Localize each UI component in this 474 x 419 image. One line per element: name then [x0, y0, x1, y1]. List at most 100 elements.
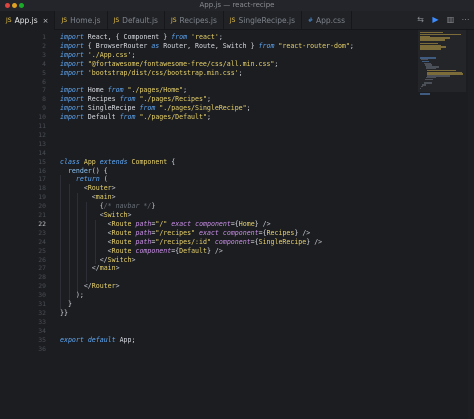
- code-token: Route: [111, 228, 132, 237]
- more-actions-icon[interactable]: ⋯: [461, 15, 470, 24]
- line-number: 13: [38, 139, 46, 148]
- code-token: />: [262, 219, 271, 228]
- code-line[interactable]: </Router>: [60, 282, 120, 291]
- line-number: 16: [38, 166, 46, 175]
- code-line[interactable]: import Home from "./pages/Home";: [60, 86, 187, 95]
- code-line[interactable]: return (: [60, 175, 108, 184]
- code-token: />: [214, 246, 223, 255]
- code-token: React, { Component }: [83, 33, 172, 41]
- code-line[interactable]: <Router>: [60, 184, 116, 193]
- line-number: 11: [38, 122, 46, 130]
- line-number: 18: [38, 184, 46, 193]
- code-line[interactable]: import 'bootstrap/dist/css/bootstrap.min…: [60, 69, 243, 78]
- line-number: 7: [42, 86, 46, 95]
- minimap[interactable]: [420, 30, 464, 100]
- code-line[interactable]: <Switch>: [60, 211, 132, 220]
- code-line[interactable]: <Route path="/" exact component={Home} /…: [60, 220, 271, 229]
- code-token: >: [111, 184, 116, 193]
- code-line[interactable]: import Recipes from "./pages/Recipes";: [60, 95, 211, 104]
- tab-label: Recipes.js: [179, 16, 217, 25]
- vertical-scrollbar[interactable]: [468, 30, 474, 419]
- code-token: path: [135, 219, 152, 228]
- tab-singlerecipe-js[interactable]: JS SingleRecipe.js: [224, 11, 302, 30]
- code-line[interactable]: <main>: [60, 193, 116, 202]
- code-token: ={: [230, 219, 239, 228]
- js-file-icon: JS: [170, 17, 177, 24]
- code-token: import: [60, 113, 84, 122]
- code-line[interactable]: import "@fortawesome/fontawesome-free/cs…: [60, 60, 278, 69]
- code-line[interactable]: </main>: [60, 264, 120, 273]
- code-token: /* navbar */: [103, 202, 152, 211]
- code-line[interactable]: import Default from "./pages/Default";: [60, 113, 211, 122]
- code-token: "./pages/Recipes": [139, 95, 207, 104]
- code-line[interactable]: {/* navbar */}: [60, 202, 156, 211]
- tab-label: SingleRecipe.js: [238, 16, 295, 25]
- line-number: 9: [42, 104, 46, 113]
- code-line[interactable]: }: [60, 300, 72, 309]
- code-token: "/recipes": [155, 228, 196, 237]
- code-token: </: [83, 282, 92, 291]
- code-line[interactable]: }}: [60, 309, 68, 318]
- line-number: 31: [38, 300, 46, 308]
- code-token: from: [119, 113, 136, 122]
- code-token: 'bootstrap/dist/css/bootstrap.min.css': [87, 68, 239, 77]
- code-token: from: [139, 104, 156, 113]
- close-tab-icon[interactable]: ×: [43, 17, 49, 25]
- code-line[interactable]: export default App;: [60, 336, 135, 345]
- code-line[interactable]: import './App.css';: [60, 51, 135, 60]
- code-token: App: [83, 157, 96, 166]
- code-token: Switch: [103, 211, 128, 219]
- code-line[interactable]: <Route path="/recipes/:id" component={Si…: [60, 237, 323, 247]
- code-token: export: [60, 335, 84, 344]
- code-token: from: [258, 41, 275, 50]
- code-token: { BrowserRouter: [83, 41, 152, 50]
- line-number: 26: [38, 255, 46, 264]
- code-line[interactable]: </Switch>: [60, 256, 136, 265]
- line-number: 5: [42, 68, 46, 77]
- code-token: }: [60, 300, 72, 308]
- minimap-line: [421, 86, 423, 88]
- code-token: ;: [349, 41, 354, 50]
- code-token: ;: [246, 104, 251, 113]
- code-line[interactable]: import React, { Component } from 'react'…: [60, 33, 223, 42]
- open-preview-icon[interactable]: ▶: [431, 15, 440, 24]
- code-line[interactable]: render() {: [60, 167, 108, 176]
- code-token: Route: [111, 246, 132, 255]
- compare-changes-icon[interactable]: ⇆: [416, 15, 425, 24]
- code-token: "/recipes/:id": [155, 237, 211, 246]
- tab-app-js[interactable]: JS App.js ×: [0, 11, 56, 30]
- code-line[interactable]: <Route path="/recipes" exact component={…: [60, 228, 311, 238]
- code-line[interactable]: <Route component={Default} />: [60, 247, 223, 256]
- code-token: }: [206, 246, 215, 255]
- minimap-line: [420, 48, 441, 50]
- code-token: Router: [87, 184, 112, 193]
- tab-label: Default.js: [122, 16, 158, 25]
- code-token: main: [95, 193, 112, 202]
- code-token: />: [302, 228, 311, 237]
- code-token: from: [171, 33, 188, 41]
- code-line[interactable]: import { BrowserRouter as Router, Route,…: [60, 42, 354, 51]
- code-line[interactable]: class App extends Component {: [60, 158, 175, 167]
- code-token: import: [60, 95, 84, 104]
- line-number: 29: [38, 282, 46, 291]
- code-token: );: [60, 291, 84, 300]
- code-editor[interactable]: 1 2 3 4 5 6 7 8 9 10 11 12 13 14 15 16 17 18 19 20 21 22 23 24 2…: [0, 30, 474, 419]
- tab-recipes-js[interactable]: JS Recipes.js: [165, 11, 224, 30]
- code-token: Recipes: [83, 95, 120, 104]
- line-number: 19: [38, 193, 46, 202]
- code-token: import: [60, 33, 84, 41]
- code-area[interactable]: import React, { Component } from 'react'…: [60, 30, 414, 419]
- tab-default-js[interactable]: JS Default.js: [108, 11, 165, 30]
- tab-app-css[interactable]: # App.css: [302, 11, 352, 30]
- line-number: 33: [38, 317, 46, 326]
- line-number: 17: [38, 175, 46, 184]
- code-line[interactable]: import SingleRecipe from "./pages/Single…: [60, 104, 251, 113]
- tab-home-js[interactable]: JS Home.js: [55, 11, 108, 30]
- line-number: 27: [38, 264, 46, 273]
- code-line[interactable]: );: [60, 291, 84, 300]
- split-editor-icon[interactable]: ▥: [446, 15, 455, 24]
